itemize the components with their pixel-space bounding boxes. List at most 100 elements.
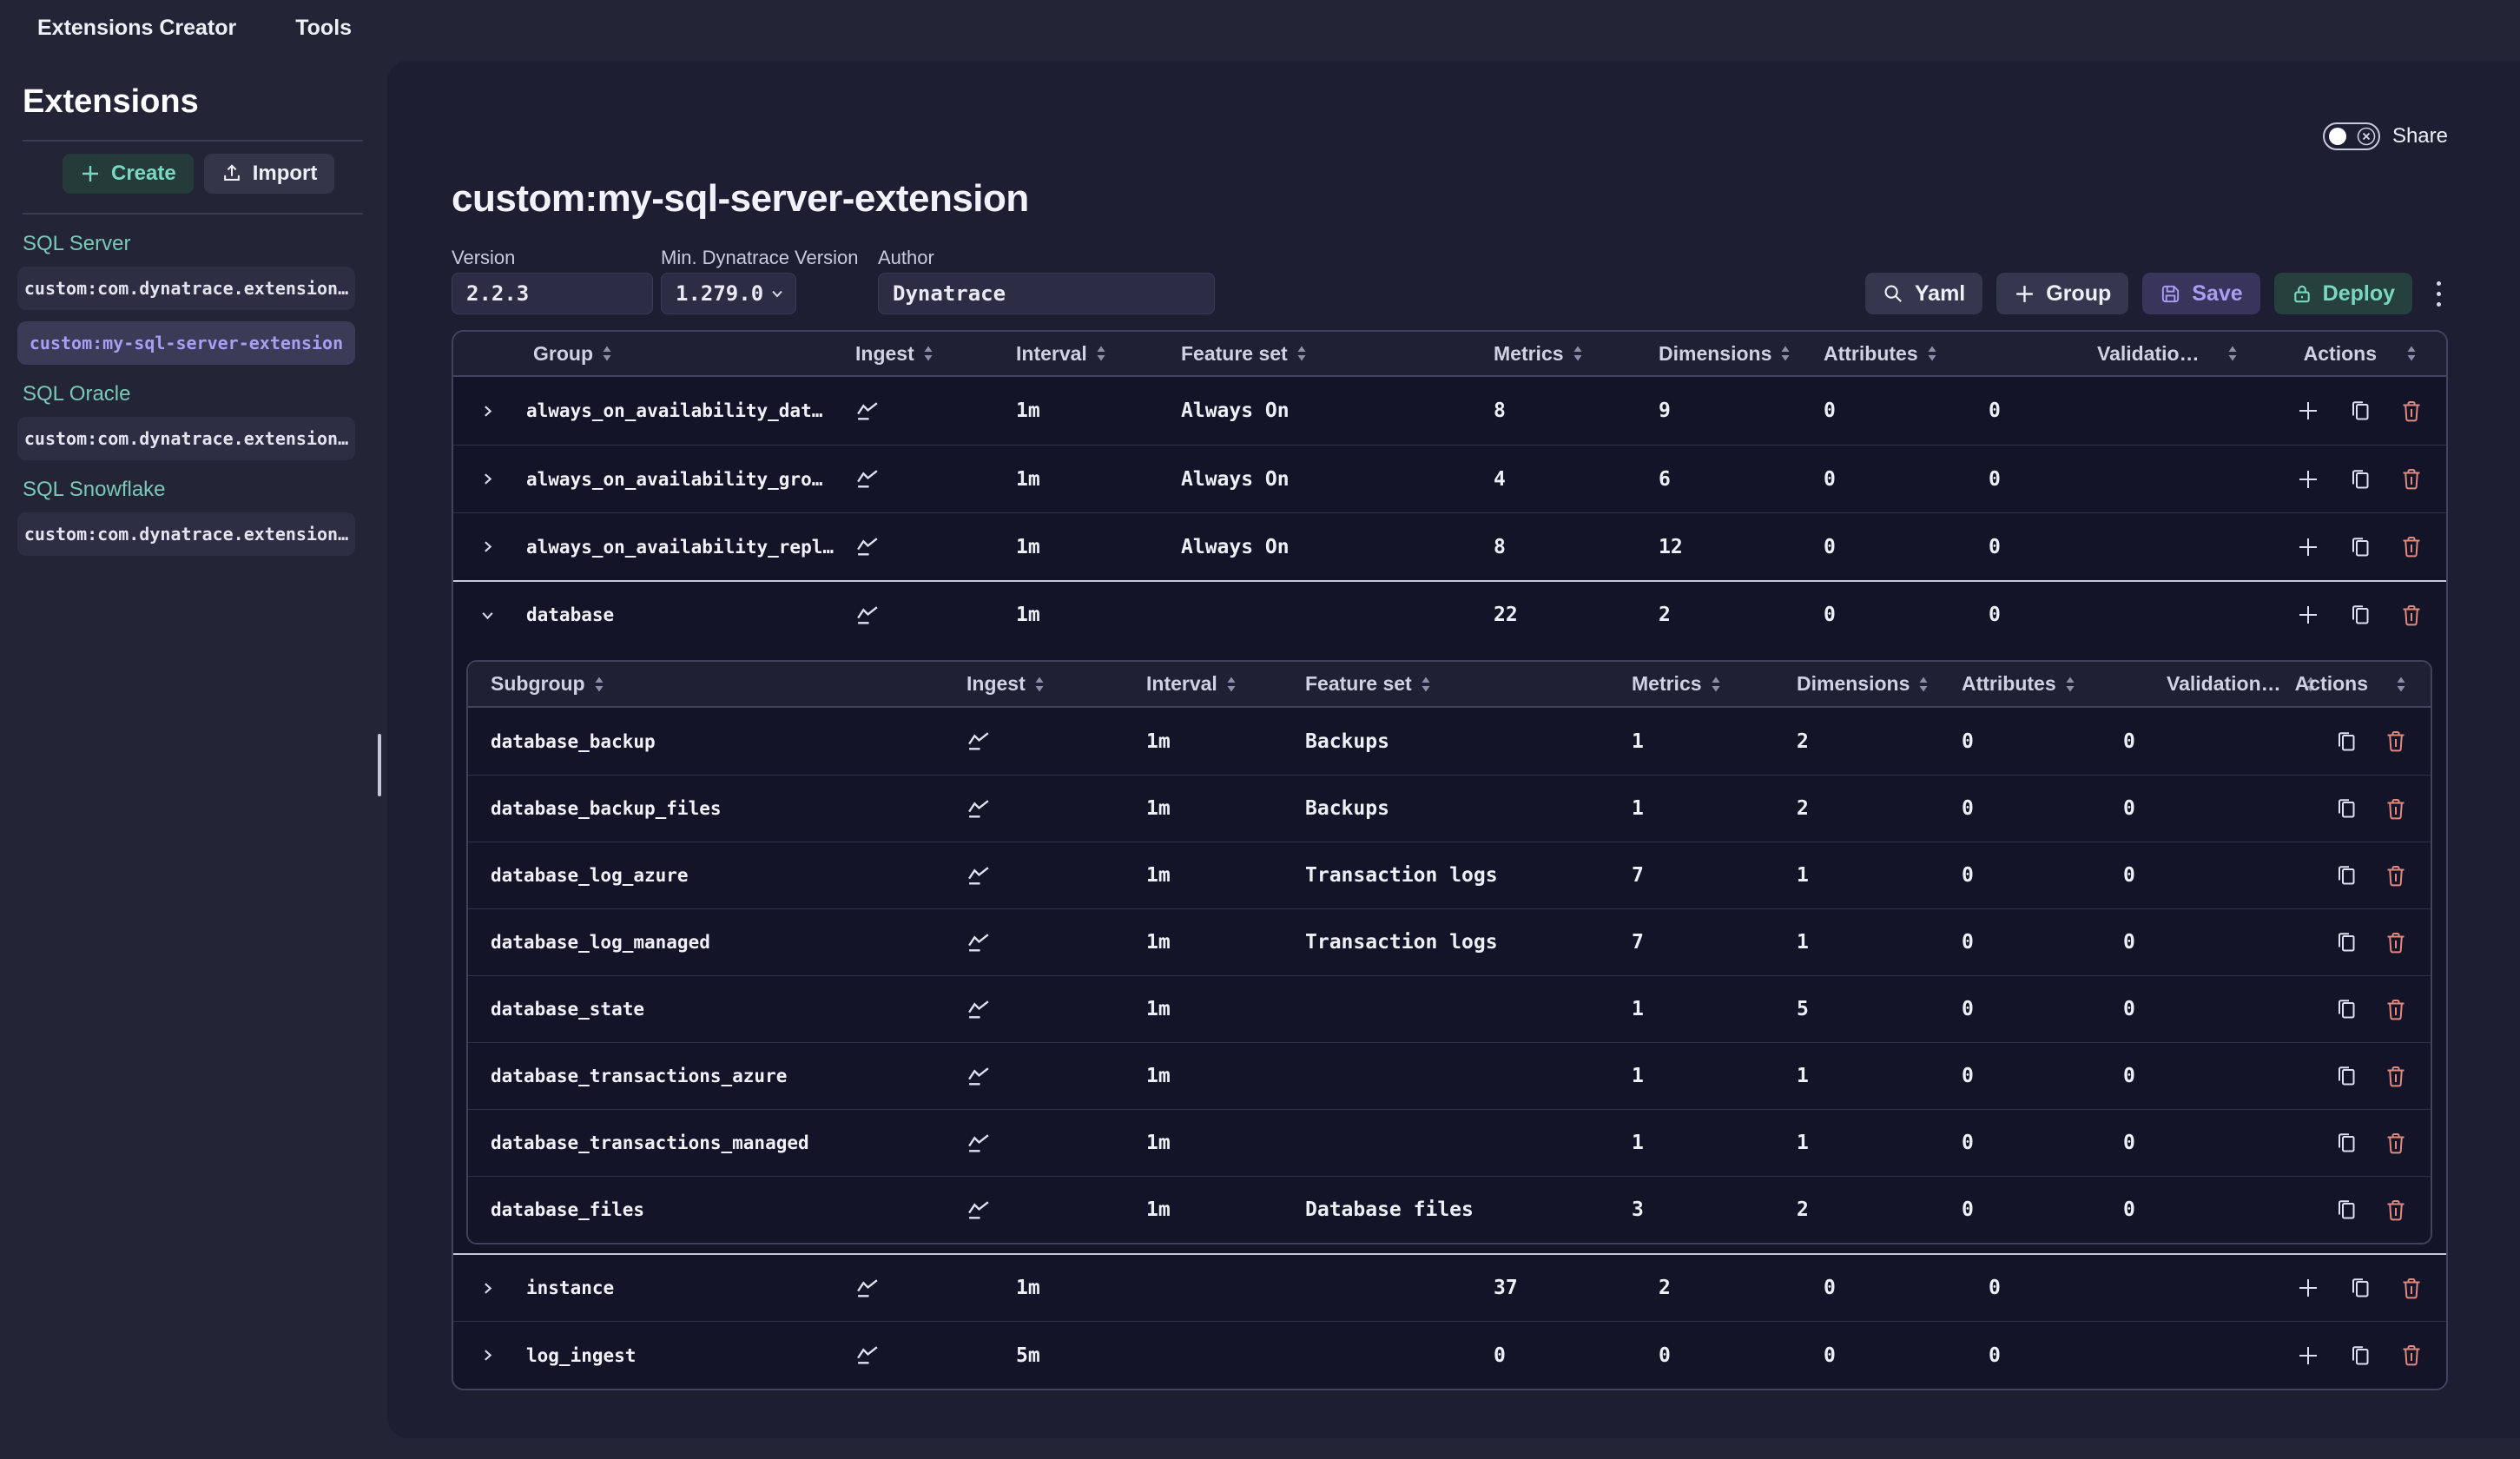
author-label: Author (878, 247, 1215, 269)
create-button-label: Create (111, 162, 176, 186)
nav-item-tools[interactable]: Tools (295, 16, 352, 41)
add-subgroup-button[interactable] (2297, 399, 2319, 422)
version-input[interactable] (452, 273, 653, 314)
min-dynatrace-version-select[interactable]: 1.279.0 (661, 273, 796, 314)
column-header[interactable]: Ingest (946, 672, 1119, 696)
duplicate-button[interactable] (2335, 931, 2358, 954)
duplicate-button[interactable] (2349, 1277, 2372, 1299)
subgroup-name: database_backup_files (468, 798, 946, 819)
sidebar-group-label: SQL Server (23, 232, 386, 256)
duplicate-button[interactable] (2349, 604, 2372, 626)
metrics-cell: 1 (1614, 797, 1779, 820)
duplicate-button[interactable] (2349, 536, 2372, 558)
more-actions-button[interactable] (2430, 276, 2448, 312)
column-header[interactable]: Subgroup (468, 672, 946, 696)
share-toggle[interactable] (2323, 122, 2380, 150)
add-group-button[interactable]: Group (1996, 273, 2128, 314)
validations-cell: 0 (2109, 797, 2257, 820)
expand-toggle[interactable] (453, 1281, 521, 1296)
add-subgroup-button[interactable] (2297, 1344, 2319, 1367)
column-header[interactable]: Dimensions (1779, 672, 1944, 696)
nav-item-extensions-creator[interactable]: Extensions Creator (37, 16, 236, 41)
sidebar-resize-handle[interactable] (378, 734, 381, 796)
delete-button[interactable] (2385, 1198, 2406, 1222)
column-header[interactable]: Interval (981, 342, 1155, 366)
chart-line-icon (966, 865, 992, 887)
column-header[interactable]: Feature set (1155, 342, 1476, 366)
expand-toggle[interactable] (453, 404, 521, 419)
chart-line-icon (855, 468, 881, 490)
yaml-button[interactable]: Yaml (1865, 273, 1982, 314)
sidebar-item[interactable]: custom:com.dynatrace.extension… (17, 267, 355, 310)
column-header[interactable]: Attributes (1944, 672, 2109, 696)
delete-button[interactable] (2401, 1277, 2422, 1300)
delete-button[interactable] (2401, 467, 2422, 491)
duplicate-button[interactable] (2349, 468, 2372, 491)
duplicate-button[interactable] (2335, 864, 2358, 887)
duplicate-button[interactable] (2335, 1132, 2358, 1154)
expand-toggle[interactable] (453, 539, 521, 554)
add-subgroup-button[interactable] (2297, 1277, 2319, 1299)
column-header[interactable]: Actions (2300, 672, 2431, 696)
duplicate-button[interactable] (2335, 998, 2358, 1020)
share-label: Share (2392, 124, 2448, 149)
metrics-cell: 7 (1614, 864, 1779, 887)
group-name: database (521, 604, 838, 625)
column-header[interactable]: Feature set (1284, 672, 1614, 696)
delete-button[interactable] (2401, 535, 2422, 558)
row-actions (2245, 604, 2446, 627)
sidebar-item[interactable]: custom:com.dynatrace.extension… (17, 417, 355, 460)
add-subgroup-button[interactable] (2297, 536, 2319, 558)
feature-set-cell: Always On (1155, 399, 1476, 422)
sidebar-group-label: SQL Snowflake (23, 478, 386, 502)
column-header[interactable]: Actions (2245, 342, 2446, 366)
expand-toggle[interactable] (453, 608, 521, 623)
delete-button[interactable] (2401, 399, 2422, 423)
import-button[interactable]: Import (204, 154, 335, 194)
column-header[interactable]: Validatio… (2080, 342, 2245, 366)
delete-button[interactable] (2385, 797, 2406, 821)
create-button[interactable]: Create (63, 154, 194, 194)
column-header[interactable]: Attributes (1806, 342, 1971, 366)
delete-button[interactable] (2385, 730, 2406, 753)
add-subgroup-button[interactable] (2297, 604, 2319, 626)
duplicate-button[interactable] (2335, 797, 2358, 820)
delete-button[interactable] (2401, 604, 2422, 627)
row-actions (2245, 1277, 2446, 1300)
column-header[interactable]: Ingest (838, 342, 981, 366)
sidebar-item-label: custom:my-sql-server-extension (30, 333, 343, 353)
validations-cell: 0 (2109, 730, 2257, 753)
column-header[interactable]: Dimensions (1641, 342, 1806, 366)
expand-toggle[interactable] (453, 1348, 521, 1363)
expand-toggle[interactable] (453, 472, 521, 486)
metrics-cell: 1 (1614, 1065, 1779, 1087)
save-button[interactable]: Save (2142, 273, 2259, 314)
duplicate-button[interactable] (2335, 1198, 2358, 1221)
delete-button[interactable] (2385, 931, 2406, 954)
column-header[interactable]: Metrics (1614, 672, 1779, 696)
delete-button[interactable] (2385, 1065, 2406, 1088)
delete-button[interactable] (2385, 1132, 2406, 1155)
author-input[interactable] (878, 273, 1215, 314)
delete-button[interactable] (2401, 1343, 2422, 1367)
lock-icon (2292, 283, 2312, 305)
column-header[interactable]: Group (521, 342, 838, 366)
duplicate-button[interactable] (2335, 1065, 2358, 1087)
duplicate-button[interactable] (2335, 730, 2358, 753)
deploy-button-label: Deploy (2323, 281, 2395, 307)
ingest-cell (946, 999, 1119, 1020)
sidebar-group: SQL Oracle custom:com.dynatrace.extensio… (0, 382, 386, 460)
min-dynatrace-version-label: Min. Dynatrace Version (661, 247, 858, 269)
column-header[interactable]: Metrics (1476, 342, 1641, 366)
delete-button[interactable] (2385, 998, 2406, 1021)
column-header[interactable]: Validation… (2153, 672, 2300, 696)
duplicate-button[interactable] (2349, 1344, 2372, 1367)
add-subgroup-button[interactable] (2297, 468, 2319, 491)
ingest-cell (946, 932, 1119, 954)
duplicate-button[interactable] (2349, 399, 2372, 422)
delete-button[interactable] (2385, 864, 2406, 888)
sidebar-item[interactable]: custom:my-sql-server-extension (17, 321, 355, 365)
column-header[interactable]: Interval (1119, 672, 1284, 696)
deploy-button[interactable]: Deploy (2274, 273, 2412, 314)
sidebar-item[interactable]: custom:com.dynatrace.extension… (17, 512, 355, 556)
